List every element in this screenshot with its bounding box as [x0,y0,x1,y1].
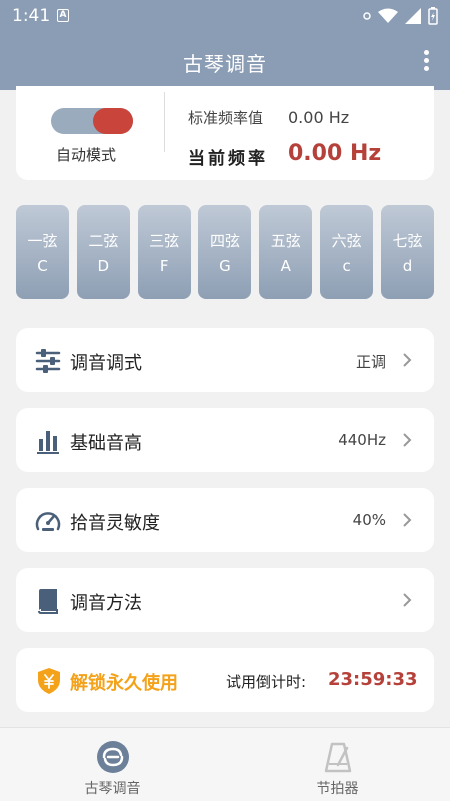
setting-label: 调音方法 [70,593,142,614]
standard-frequency-value: 0.00 Hz [288,108,350,127]
string-button-4[interactable]: 四弦 G [198,205,252,299]
string-name: 六弦 [331,232,362,250]
auto-mode-toggle[interactable] [51,108,133,134]
string-note: A [280,257,291,275]
divider [164,92,165,152]
string-button-7[interactable]: 七弦 d [380,205,434,299]
string-button-3[interactable]: 三弦 F [137,205,191,299]
bar-chart-icon [37,431,59,454]
page-title: 古琴调音 [183,52,267,76]
string-name: 四弦 [209,232,240,250]
dot-indicator-icon [363,12,371,20]
toggle-knob [93,108,133,134]
unlock-card[interactable]: 解锁永久使用 试用倒计时: 23:59:33 [16,648,434,712]
setting-label: 调音调式 [70,353,142,374]
bottom-navigation: 古琴调音 节拍器 [0,727,450,801]
string-note: G [219,257,231,275]
chevron-right-icon [403,433,412,447]
unlock-label: 解锁永久使用 [70,673,178,694]
nav-label: 古琴调音 [84,781,141,797]
notification-a-icon: A [57,9,69,22]
more-options-icon[interactable] [422,50,430,74]
sliders-icon [35,349,61,373]
metronome-icon [324,742,352,773]
setting-label: 拾音灵敏度 [70,513,160,534]
yuan-shield-icon [38,668,60,694]
app-bar: 古琴调音 [0,32,450,90]
string-name: 五弦 [270,232,301,250]
nav-label: 节拍器 [316,781,359,797]
string-button-2[interactable]: 二弦 D [76,205,130,299]
string-note: F [159,257,169,275]
wifi-icon [378,8,398,23]
string-name: 七弦 [392,232,423,250]
setting-base-pitch[interactable]: 基础音高 440Hz [16,408,434,472]
status-time: 1:41 [12,6,51,26]
setting-label: 基础音高 [70,433,142,454]
string-name: 一弦 [27,232,58,250]
chevron-right-icon [403,593,412,607]
gauge-icon [35,512,61,531]
book-icon [38,589,58,614]
trial-countdown-label: 试用倒计时: [226,673,307,691]
setting-value: 正调 [355,353,386,371]
string-note: d [402,257,413,275]
string-button-1[interactable]: 一弦 C [16,205,69,299]
string-button-6[interactable]: 六弦 c [320,205,374,299]
current-frequency-label: 当前频率 [188,149,268,169]
auto-mode-label: 自动模式 [56,146,117,164]
signal-icon [405,8,421,24]
string-name: 二弦 [88,232,119,250]
tuner-info-card: 自动模式 标准频率值 0.00 Hz 当前频率 0.00 Hz [16,86,434,180]
string-note: C [37,257,48,275]
setting-value: 440Hz [338,431,386,449]
battery-icon [428,7,438,25]
chevron-right-icon [403,353,412,367]
string-selector: 一弦 C 二弦 D 三弦 F 四弦 G 五弦 A 六弦 c 七弦 d [16,205,434,299]
trial-countdown-time: 23:59:33 [328,669,418,690]
setting-value: 40% [352,511,386,529]
string-name: 三弦 [149,232,180,250]
string-button-5[interactable]: 五弦 A [259,205,313,299]
nav-tab-metronome[interactable]: 节拍器 [225,728,450,801]
setting-tuning-method[interactable]: 调音方法 [16,568,434,632]
tuner-icon [97,741,129,773]
setting-sensitivity[interactable]: 拾音灵敏度 40% [16,488,434,552]
setting-tuning-mode[interactable]: 调音调式 正调 [16,328,434,392]
string-note: c [342,257,351,275]
chevron-right-icon [403,513,412,527]
standard-frequency-label: 标准频率值 [188,109,264,127]
nav-tab-tuner[interactable]: 古琴调音 [0,728,225,801]
current-frequency-value: 0.00 Hz [288,141,382,166]
status-bar: 1:41 A [0,0,450,32]
string-note: D [97,257,110,275]
